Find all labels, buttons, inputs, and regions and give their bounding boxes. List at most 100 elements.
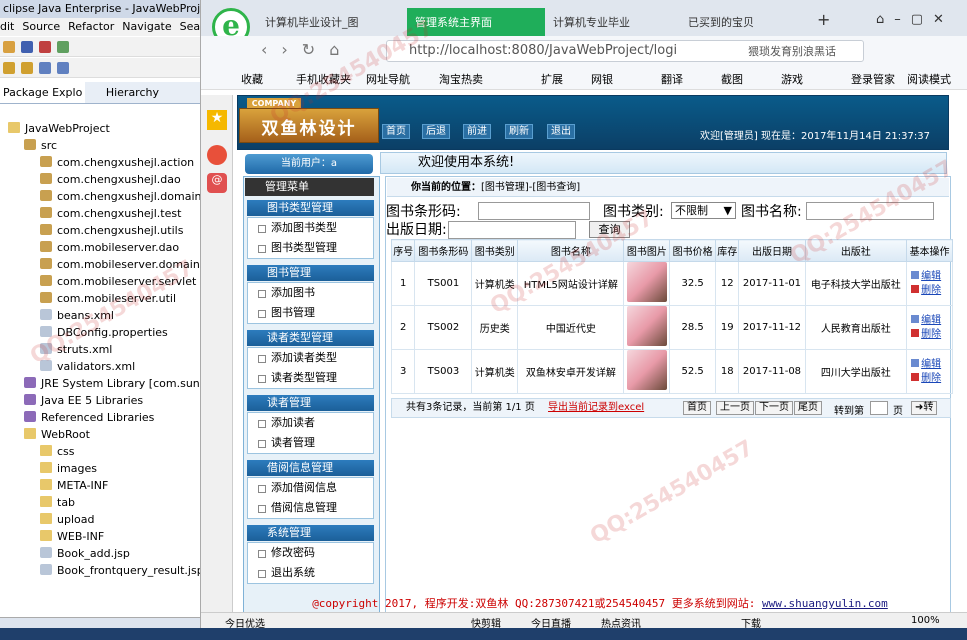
menu-link[interactable]: 添加读者类型 — [248, 348, 373, 368]
next-page-button[interactable]: 下一页 — [755, 401, 793, 415]
tree-item[interactable]: JavaWebProject — [0, 120, 200, 137]
star-icon[interactable]: ★ — [207, 110, 227, 130]
tree-item[interactable]: Book_add.jsp — [0, 545, 200, 562]
tree-item[interactable]: com.mobileserver.domain — [0, 256, 200, 273]
status-item[interactable]: 100% — [911, 615, 940, 626]
tree-item[interactable]: com.chengxushejl.utils — [0, 222, 200, 239]
export-link[interactable]: 导出当前记录到excel — [548, 402, 644, 413]
first-page-button[interactable]: 首页 — [683, 401, 711, 415]
favorite-item[interactable]: 游戏 — [781, 71, 803, 87]
edit-link[interactable]: 编辑 — [911, 270, 952, 284]
nav-button[interactable]: 刷新 — [505, 124, 533, 139]
new-tab-icon[interactable]: + — [815, 8, 835, 36]
nav-button[interactable]: 前进 — [463, 124, 491, 139]
delete-link[interactable]: 删除 — [911, 328, 952, 342]
nav-button[interactable]: 后退 — [422, 124, 450, 139]
section-header[interactable]: 图书类型管理 — [247, 200, 374, 216]
tree-item[interactable]: beans.xml — [0, 307, 200, 324]
section-header[interactable]: 读者管理 — [247, 395, 374, 411]
favorite-item[interactable]: 阅读模式 — [907, 71, 951, 87]
section-header[interactable]: 读者类型管理 — [247, 330, 374, 346]
tab-hierarchy[interactable]: Hierarchy — [103, 82, 162, 103]
tree-item[interactable]: JRE System Library [com.sun.java — [0, 375, 200, 392]
tree-item[interactable]: css — [0, 443, 200, 460]
tree-item[interactable]: com.chengxushejl.test — [0, 205, 200, 222]
tree-item[interactable]: com.chengxushejl.action — [0, 154, 200, 171]
go-button[interactable]: ➜转 — [911, 401, 938, 415]
tree-item[interactable]: com.chengxushejl.domain — [0, 188, 200, 205]
menu-link[interactable]: 添加借阅信息 — [248, 478, 373, 498]
barcode-input[interactable] — [478, 202, 590, 220]
menu-link[interactable]: 图书管理 — [248, 303, 373, 323]
favorite-item[interactable]: 淘宝热卖 — [439, 71, 483, 87]
pubdate-input[interactable] — [448, 221, 576, 239]
favorite-item[interactable]: 扩展 — [541, 71, 563, 87]
tree-item[interactable]: tab — [0, 494, 200, 511]
at-icon[interactable]: @ — [207, 173, 227, 193]
tree-item[interactable]: com.mobileserver.servlet — [0, 273, 200, 290]
tree-item[interactable]: com.mobileserver.dao — [0, 239, 200, 256]
menu-item[interactable]: Sea — [180, 20, 200, 33]
section-header[interactable]: 图书管理 — [247, 265, 374, 281]
tree-item[interactable]: Java EE 5 Libraries — [0, 392, 200, 409]
section-header[interactable]: 系统管理 — [247, 525, 374, 541]
search-box[interactable]: 猥琐发育别浪黑话 — [748, 43, 836, 59]
edit-link[interactable]: 编辑 — [911, 358, 952, 372]
nav-button[interactable]: 首页 — [382, 124, 410, 139]
tree-item[interactable]: src — [0, 137, 200, 154]
page-input[interactable] — [870, 401, 888, 415]
window-controls-icon[interactable]: ⌂–▢✕ — [876, 8, 966, 36]
section-header[interactable]: 借阅信息管理 — [247, 460, 374, 476]
browser-tab[interactable]: 计算机毕业设计_图 — [257, 8, 407, 36]
browser-tab[interactable]: 计算机专业毕业 — [545, 8, 680, 36]
column-header: 图书图片 — [623, 239, 671, 262]
favorite-item[interactable]: 收藏 — [241, 71, 263, 87]
menu-link[interactable]: 退出系统 — [248, 563, 373, 583]
tree-item[interactable]: Referenced Libraries — [0, 409, 200, 426]
tree-item[interactable]: META-INF — [0, 477, 200, 494]
weibo-icon[interactable] — [207, 145, 227, 165]
delete-link[interactable]: 删除 — [911, 372, 952, 386]
query-button[interactable]: 查询 — [589, 221, 630, 238]
prev-page-button[interactable]: 上一页 — [716, 401, 754, 415]
favorite-item[interactable]: 翻译 — [661, 71, 683, 87]
tree-item[interactable]: WEB-INF — [0, 528, 200, 545]
menu-link[interactable]: 添加图书 — [248, 283, 373, 303]
tree-item[interactable]: images — [0, 460, 200, 477]
favorite-item[interactable]: 手机收藏夹 — [296, 71, 351, 87]
tab-package-explorer[interactable]: Package Explo — [0, 82, 86, 103]
menu-link[interactable]: 添加图书类型 — [248, 218, 373, 238]
favorite-item[interactable]: 网银 — [591, 71, 613, 87]
nav-arrows-icon[interactable]: ‹›↻⌂ — [261, 40, 353, 59]
menu-link[interactable]: 借阅信息管理 — [248, 498, 373, 518]
tree-item[interactable]: Book_frontquery_result.jsp — [0, 562, 200, 579]
tree-item[interactable]: WebRoot — [0, 426, 200, 443]
tree-item[interactable]: upload — [0, 511, 200, 528]
favorite-item[interactable]: 截图 — [721, 71, 743, 87]
delete-link[interactable]: 删除 — [911, 284, 952, 298]
bookname-input[interactable] — [806, 202, 934, 220]
menu-link[interactable]: 读者管理 — [248, 433, 373, 453]
menu-link[interactable]: 读者类型管理 — [248, 368, 373, 388]
tree-item[interactable]: com.mobileserver.util — [0, 290, 200, 307]
favorite-item[interactable]: 网址导航 — [366, 71, 410, 87]
menu-item[interactable]: dit — [0, 20, 14, 33]
menu-item[interactable]: Refactor — [68, 20, 114, 33]
type-select[interactable]: 不限制 ▼ — [671, 202, 736, 219]
site-link[interactable]: www.shuangyulin.com — [762, 597, 888, 610]
menu-link[interactable]: 添加读者 — [248, 413, 373, 433]
tree-item[interactable]: validators.xml — [0, 358, 200, 375]
tree-item[interactable]: DBConfig.properties — [0, 324, 200, 341]
last-page-button[interactable]: 尾页 — [794, 401, 822, 415]
nav-button[interactable]: 退出 — [547, 124, 575, 139]
menu-item[interactable]: Source — [22, 20, 60, 33]
browser-tab-active[interactable]: 管理系统主界面 — [407, 8, 545, 36]
edit-link[interactable]: 编辑 — [911, 314, 952, 328]
menu-link[interactable]: 图书类型管理 — [248, 238, 373, 258]
menu-link[interactable]: 修改密码 — [248, 543, 373, 563]
tree-item[interactable]: com.chengxushejl.dao — [0, 171, 200, 188]
tree-item[interactable]: struts.xml — [0, 341, 200, 358]
browser-tab[interactable]: 已买到的宝贝 — [680, 8, 810, 36]
menu-item[interactable]: Navigate — [122, 20, 171, 33]
favorite-item[interactable]: 登录管家 — [851, 71, 895, 87]
